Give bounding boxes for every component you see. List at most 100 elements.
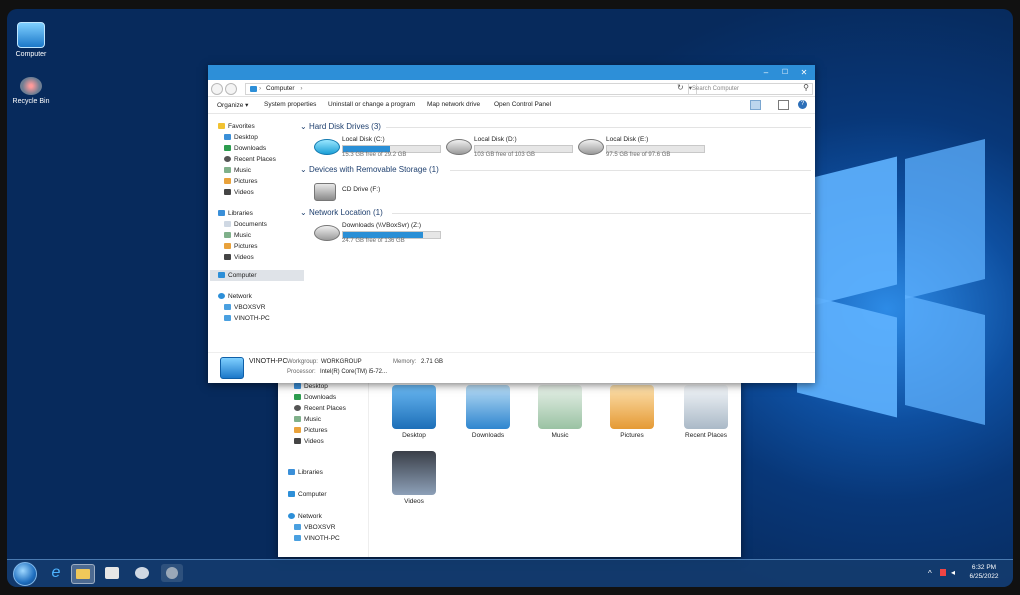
volume-icon[interactable]: ◂ (951, 568, 955, 577)
pictures-icon (224, 178, 231, 185)
nav-label: VBOXSVR (234, 304, 266, 311)
start-button[interactable] (13, 562, 37, 586)
section-header-hard-disk-drives[interactable]: ⌄ Hard Disk Drives (3) (300, 122, 381, 131)
section-title: Hard Disk Drives (3) (308, 122, 381, 131)
desktop-icon-recycle-bin[interactable]: Recycle Bin (7, 77, 61, 105)
tile-label: Pictures (620, 432, 644, 439)
drive-cd-drive-f[interactable]: CD Drive (F:) (314, 180, 444, 202)
internet-explorer-icon[interactable]: e (45, 564, 67, 582)
system-clock[interactable]: 6:32 PM 6/25/2022 (962, 563, 1006, 581)
section-header-removable-storage[interactable]: ⌄ Devices with Removable Storage (1) (300, 165, 439, 174)
address-bar-row: › Computer › ▾ ↻ Search Computer ⚲ (208, 80, 815, 97)
memory-label: Memory: (393, 359, 417, 365)
nav-item-pictures[interactable]: Pictures (294, 426, 327, 435)
processor-label: Processor: (287, 369, 316, 375)
map-network-drive-button[interactable]: Map network drive (427, 101, 480, 108)
search-icon[interactable]: ⚲ (803, 83, 809, 93)
library-tile-recent-places[interactable]: Recent Places (676, 385, 736, 439)
breadcrumb-separator: › (259, 85, 262, 92)
nav-item-computer-selected[interactable]: Computer (210, 270, 304, 281)
section-title: Network Location (1) (308, 208, 383, 217)
nav-label: Recent Places (304, 405, 346, 412)
desktop-icon (294, 383, 301, 390)
nav-item-vboxsvr[interactable]: VBOXSVR (224, 303, 265, 312)
nav-header-libraries[interactable]: Libraries (218, 209, 253, 218)
settings-app-icon[interactable] (161, 564, 183, 582)
libraries-icon (218, 210, 225, 217)
nav-item-vboxsvr[interactable]: VBOXSVR (294, 523, 335, 532)
nav-item-recent-places[interactable]: Recent Places (224, 155, 276, 164)
nav-item-computer[interactable]: Computer (288, 490, 327, 499)
file-explorer-taskbar-button[interactable] (71, 564, 95, 584)
nav-item-documents[interactable]: Documents (224, 220, 267, 229)
drive-local-disk-c[interactable]: Local Disk (C:) 15.3 GB free of 29.2 GB (314, 136, 444, 158)
nav-item-downloads[interactable]: Downloads (294, 393, 336, 402)
drive-local-disk-e[interactable]: Local Disk (E:) 97.5 GB free of 97.6 GB (578, 136, 708, 158)
section-header-network-location[interactable]: ⌄ Network Location (1) (300, 208, 383, 217)
notification-flag-icon[interactable] (940, 569, 946, 576)
organize-label: Organize (217, 102, 244, 109)
refresh-icon[interactable]: ↻ (677, 83, 684, 92)
nav-item-downloads[interactable]: Downloads (224, 144, 266, 153)
address-bar[interactable]: › Computer › ▾ (245, 83, 697, 95)
nav-label: VINOTH-PC (234, 315, 270, 322)
title-bar[interactable]: – ☐ ✕ (208, 65, 815, 80)
library-tile-downloads[interactable]: Downloads (458, 385, 518, 439)
uninstall-program-button[interactable]: Uninstall or change a program (328, 101, 415, 108)
open-control-panel-button[interactable]: Open Control Panel (494, 101, 551, 108)
breadcrumb-computer[interactable]: Computer (266, 85, 295, 92)
minimize-button[interactable]: – (757, 65, 775, 80)
library-tile-pictures[interactable]: Pictures (602, 385, 662, 439)
nav-label: Music (234, 167, 251, 174)
nav-item-library-videos[interactable]: Videos (224, 253, 254, 262)
navigation-pane: Favorites Desktop Downloads Recent Place… (208, 115, 304, 353)
nav-header-network[interactable]: Network (218, 292, 252, 301)
nav-item-music[interactable]: Music (224, 166, 251, 175)
close-button[interactable]: ✕ (795, 65, 813, 80)
computer-monitor-icon (17, 22, 45, 48)
section-title: Devices with Removable Storage (1) (308, 165, 439, 174)
library-tile-videos[interactable]: Videos (384, 451, 444, 505)
nav-item-network[interactable]: Network (288, 512, 322, 521)
music-folder-icon (538, 385, 582, 429)
view-options-icon[interactable] (750, 100, 761, 110)
preview-pane-icon[interactable] (778, 100, 789, 110)
library-tile-music[interactable]: Music (530, 385, 590, 439)
nav-label: VINOTH-PC (304, 535, 340, 542)
media-player-icon[interactable] (101, 564, 123, 582)
maximize-button[interactable]: ☐ (776, 65, 794, 80)
desktop-icon-computer[interactable]: Computer (7, 22, 61, 58)
nav-item-desktop[interactable]: Desktop (294, 382, 328, 391)
nav-label: Downloads (304, 394, 337, 401)
downloads-icon (224, 145, 231, 152)
help-icon[interactable]: ? (798, 100, 807, 109)
nav-item-libraries[interactable]: Libraries (288, 468, 323, 477)
computer-large-icon (220, 357, 244, 379)
nav-item-videos[interactable]: Videos (294, 437, 324, 446)
search-input[interactable]: Search Computer ⚲ (688, 83, 813, 95)
library-tile-desktop[interactable]: Desktop (384, 385, 444, 439)
nav-item-desktop[interactable]: Desktop (224, 133, 258, 142)
nav-item-vinoth-pc[interactable]: VINOTH-PC (294, 534, 340, 543)
network-drive-z[interactable]: Downloads (\\VBoxSvr) (Z:) 24.7 GB free … (314, 222, 444, 244)
show-hidden-icons-button[interactable]: ^ (928, 569, 932, 578)
nav-label: Recent Places (234, 156, 276, 163)
nav-item-pictures[interactable]: Pictures (224, 177, 257, 186)
back-button[interactable] (211, 83, 223, 95)
nav-label: Network (228, 293, 252, 300)
nav-label: Desktop (234, 134, 258, 141)
gear-icon (166, 567, 178, 579)
nav-item-vinoth-pc[interactable]: VINOTH-PC (224, 314, 270, 323)
organize-button[interactable]: Organize ▾ (217, 101, 248, 109)
nav-item-library-music[interactable]: Music (224, 231, 251, 240)
system-properties-button[interactable]: System properties (264, 101, 316, 108)
nav-header-favorites[interactable]: Favorites (218, 122, 255, 131)
drive-local-disk-d[interactable]: Local Disk (D:) 103 GB free of 103 GB (446, 136, 576, 158)
nav-item-music[interactable]: Music (294, 415, 321, 424)
satellite-app-icon[interactable] (131, 564, 153, 582)
network-computer-icon (224, 315, 231, 322)
nav-item-videos[interactable]: Videos (224, 188, 254, 197)
nav-item-library-pictures[interactable]: Pictures (224, 242, 257, 251)
forward-button[interactable] (225, 83, 237, 95)
nav-item-recent-places[interactable]: Recent Places (294, 404, 346, 413)
